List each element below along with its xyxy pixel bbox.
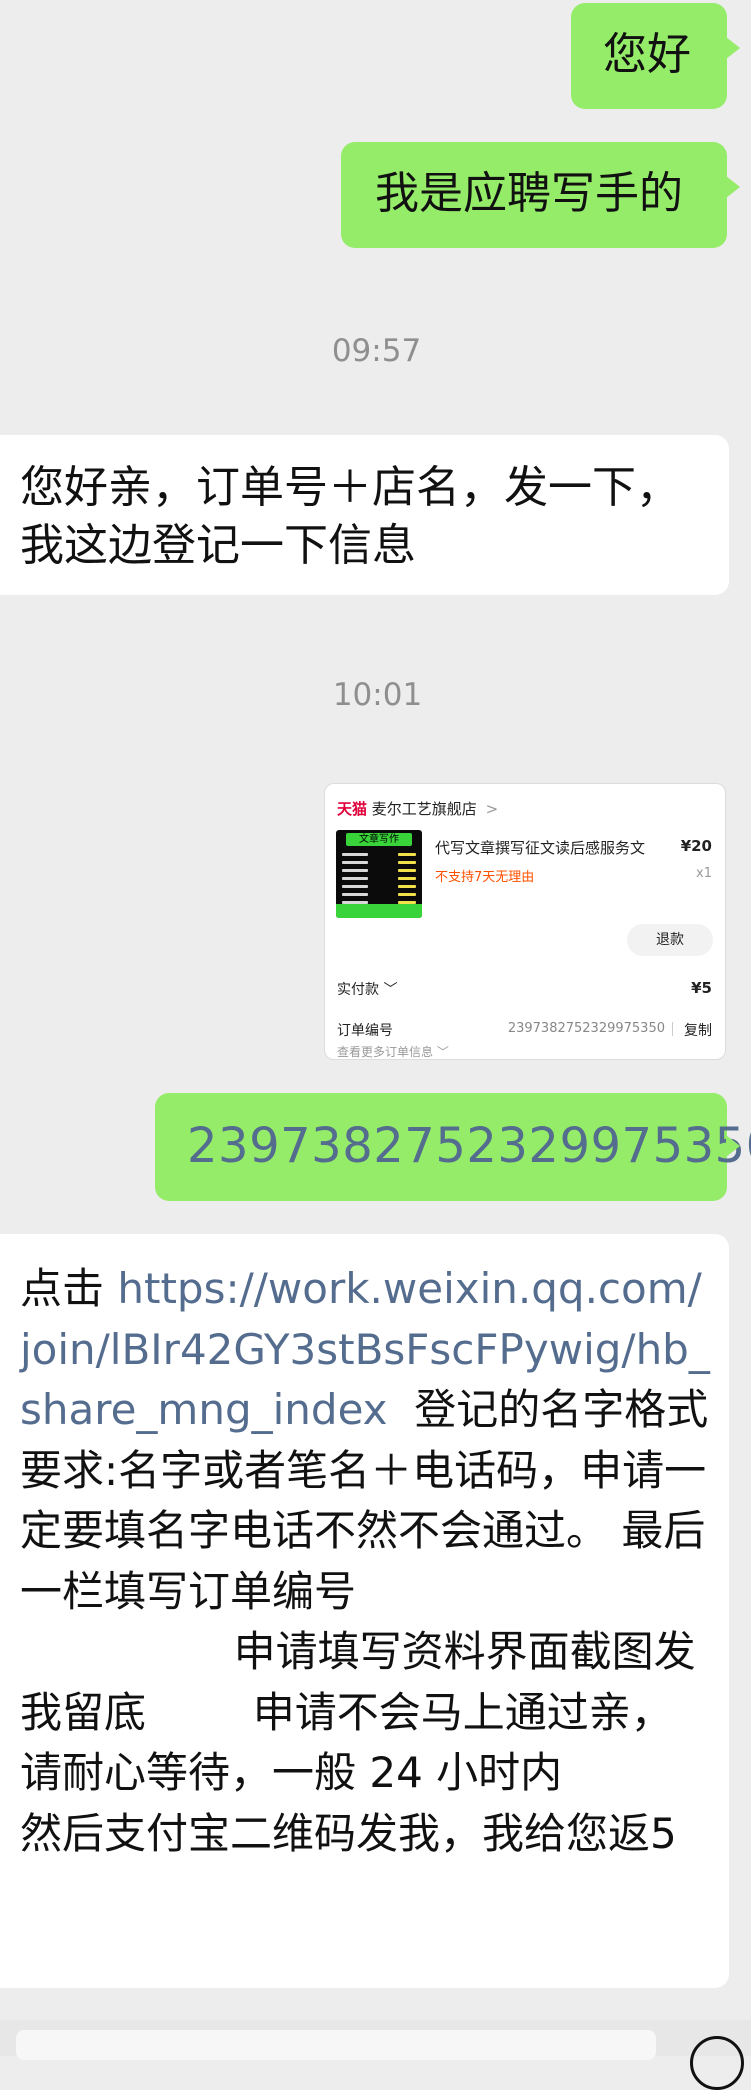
shop-header[interactable]: 天猫 麦尔工艺旗舰店 > (337, 798, 498, 819)
order-number-label: 订单编号 (337, 1023, 393, 1039)
order-number: 2397382752329975350 (507, 1021, 665, 1036)
message-text-prefix: 点击 (20, 1264, 118, 1313)
return-policy: 不支持7天无理由 (435, 870, 535, 885)
paid-label[interactable]: 实付款 ﹀ (337, 979, 397, 999)
message-sent-order-number[interactable]: 2397382752329975350 (155, 1093, 751, 1201)
more-order-info-link[interactable]: 查看更多订单信息 ﹀ (337, 1043, 449, 1060)
message-received-request[interactable]: 您好亲，订单号＋店名，发一下，我这边登记一下信息 (0, 435, 729, 595)
order-card[interactable]: 天猫 麦尔工艺旗舰店 > 文章写作 代写文章撰写征文读后感服务文 ¥20 不支持… (324, 783, 726, 1060)
product-name[interactable]: 代写文章撰写征文读后感服务文 (435, 837, 645, 858)
product-quantity: x1 (696, 866, 712, 881)
message-text: 您好 (603, 29, 691, 80)
message-text: 点击 https://work.weixin.qq.com/join/lBIr4… (20, 1259, 712, 1864)
product-price: ¥20 (680, 837, 712, 855)
timestamp: 10:01 (332, 677, 423, 713)
product-thumbnail[interactable]: 文章写作 (336, 830, 422, 918)
thumbnail-title: 文章写作 (346, 833, 412, 846)
divider (672, 1022, 673, 1036)
shop-name: 麦尔工艺旗舰店 (371, 800, 477, 818)
chevron-right-icon: > (485, 800, 499, 818)
thumbnail-footer (336, 904, 422, 918)
paid-amount: ¥5 (691, 979, 712, 997)
message-text-body: 登记的名字格式要求:名字或者笔名＋电话码，申请一定要填名字电话不然不会通过。 最… (20, 1385, 709, 1858)
tmall-logo: 天猫 (337, 800, 368, 818)
circle-button-icon[interactable] (690, 2036, 744, 2090)
refund-button[interactable]: 退款 (627, 924, 713, 956)
timestamp: 09:57 (331, 333, 422, 369)
copy-button[interactable]: 复制 (684, 1020, 712, 1040)
message-text: 我是应聘写手的 (375, 168, 683, 219)
message-text: 您好亲，订单号＋店名，发一下，我这边登记一下信息 (20, 462, 680, 571)
message-sent-intro[interactable]: 我是应聘写手的 (341, 142, 740, 248)
message-received-instructions[interactable]: 点击 https://work.weixin.qq.com/join/lBIr4… (0, 1234, 729, 1988)
message-text: 2397382752329975350 (187, 1118, 751, 1174)
message-sent-greeting[interactable]: 您好 (571, 3, 740, 109)
